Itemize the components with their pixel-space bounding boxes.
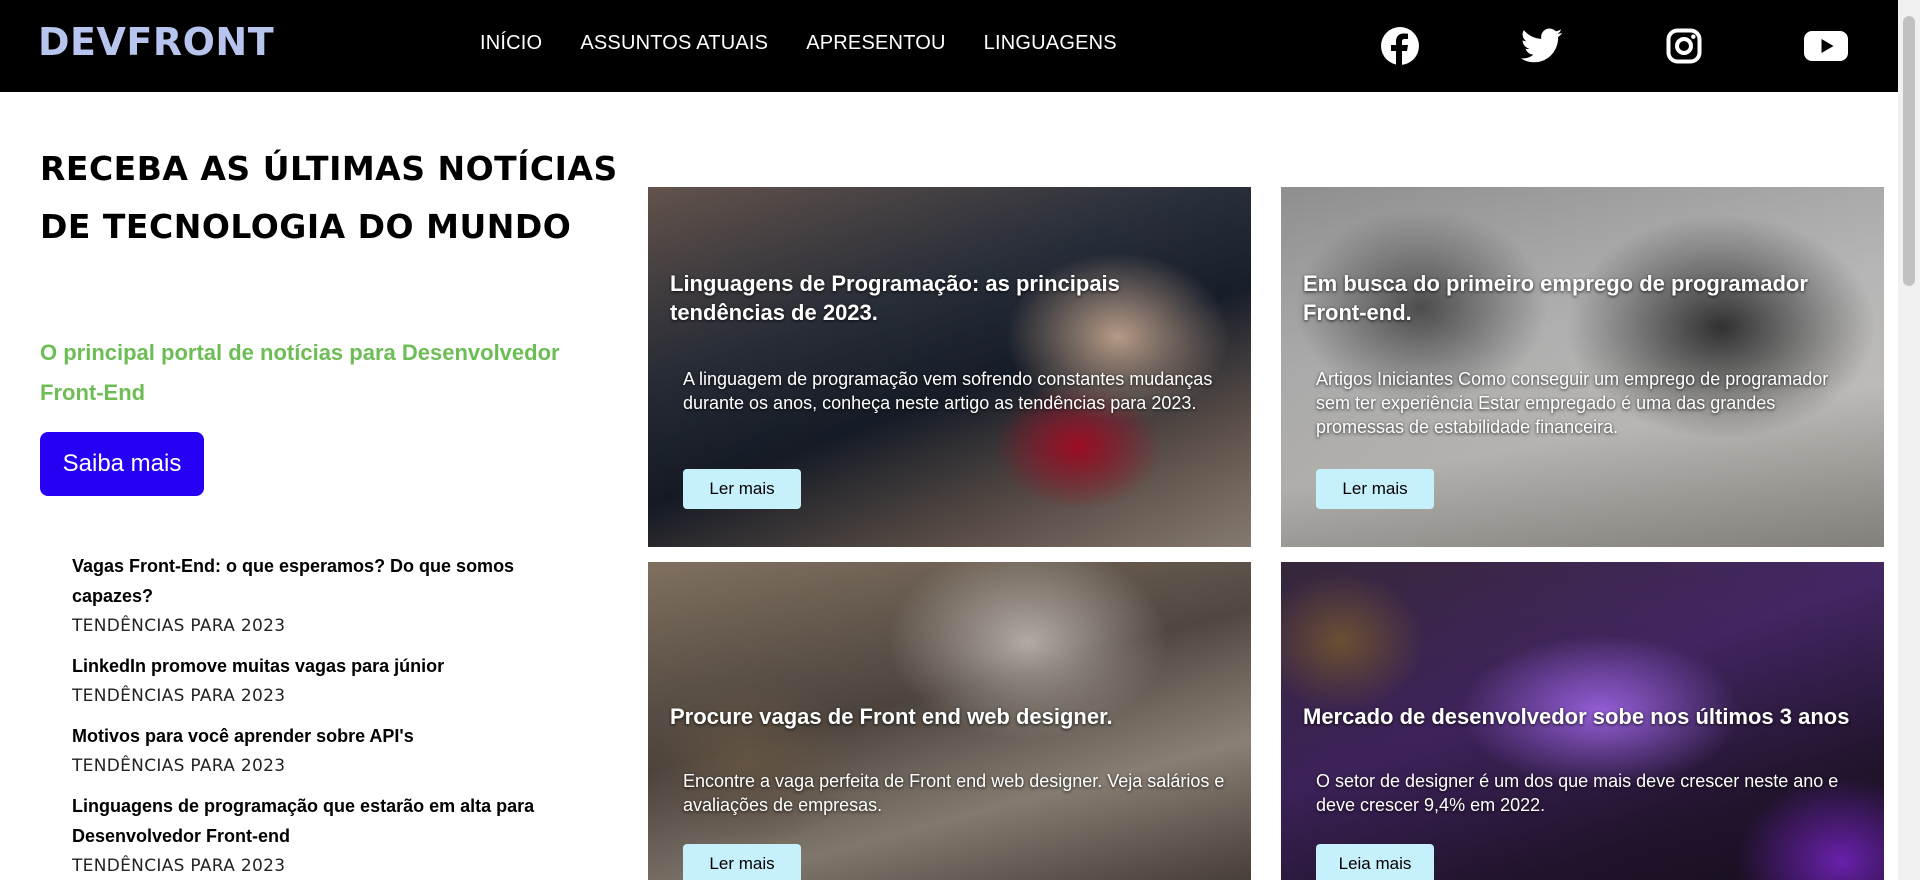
leia-mais-button[interactable]: Leia mais [1316, 844, 1434, 880]
hero-subtitle: O principal portal de notícias para Dese… [40, 340, 560, 405]
facebook-icon[interactable] [1378, 24, 1422, 68]
card-title[interactable]: Linguagens de Programação: as principais… [670, 269, 1230, 327]
page: DEVFRONT INÍCIO ASSUNTOS ATUAIS APRESENT… [0, 0, 1920, 880]
ler-mais-button[interactable]: Ler mais [683, 469, 801, 509]
site-logo[interactable]: DEVFRONT [38, 20, 274, 64]
main-nav: INÍCIO ASSUNTOS ATUAIS APRESENTOU LINGUA… [480, 32, 1117, 55]
news-tag: TENDÊNCIAS PARA 2023 [72, 616, 286, 636]
saiba-mais-button[interactable]: Saiba mais [40, 432, 204, 496]
instagram-icon[interactable] [1662, 24, 1706, 68]
hero-title: RECEBA AS ÚLTIMAS NOTÍCIAS DE TECNOLOGIA… [40, 149, 618, 246]
news-title[interactable]: Motivos para você aprender sobre API's [72, 721, 552, 751]
list-item[interactable]: Motivos para você aprender sobre API's T… [72, 721, 552, 781]
nav-link-assuntos-atuais[interactable]: ASSUNTOS ATUAIS [580, 32, 768, 55]
card-text: Artigos Iniciantes Como conseguir um emp… [1316, 369, 1829, 437]
nav-link-linguagens[interactable]: LINGUAGENS [984, 32, 1117, 55]
card-title[interactable]: Em busca do primeiro emprego de programa… [1303, 269, 1863, 327]
card-text: Encontre a vaga perfeita de Front end we… [683, 771, 1225, 815]
list-item[interactable]: Vagas Front-End: o que esperamos? Do que… [72, 551, 552, 641]
list-item[interactable]: LinkedIn promove muitas vagas para júnio… [72, 651, 552, 711]
article-card: Linguagens de Programação: as principais… [648, 187, 1251, 547]
scrollbar-thumb[interactable] [1903, 16, 1915, 286]
news-list: Vagas Front-End: o que esperamos? Do que… [72, 551, 552, 880]
news-title[interactable]: Vagas Front-End: o que esperamos? Do que… [72, 551, 552, 611]
news-title[interactable]: LinkedIn promove muitas vagas para júnio… [72, 651, 552, 681]
ler-mais-button[interactable]: Ler mais [1316, 469, 1434, 509]
article-card: Mercado de desenvolvedor sobe nos último… [1281, 562, 1884, 880]
card-text: A linguagem de programação vem sofrendo … [683, 369, 1213, 413]
nav-link-apresentou[interactable]: APRESENTOU [806, 32, 945, 55]
news-title[interactable]: Linguagens de programação que estarão em… [72, 791, 552, 851]
card-title[interactable]: Procure vagas de Front end web designer. [670, 702, 1230, 731]
top-navbar: DEVFRONT INÍCIO ASSUNTOS ATUAIS APRESENT… [0, 0, 1898, 92]
news-tag: TENDÊNCIAS PARA 2023 [72, 756, 286, 776]
ler-mais-button[interactable]: Ler mais [683, 844, 801, 880]
twitter-icon[interactable] [1520, 24, 1564, 68]
news-tag: TENDÊNCIAS PARA 2023 [72, 686, 286, 706]
news-tag: TENDÊNCIAS PARA 2023 [72, 856, 286, 876]
article-card: Procure vagas de Front end web designer.… [648, 562, 1251, 880]
vertical-scrollbar[interactable] [1898, 0, 1920, 880]
youtube-icon[interactable] [1804, 24, 1848, 68]
card-text: O setor de designer é um dos que mais de… [1316, 771, 1839, 815]
article-card: Em busca do primeiro emprego de programa… [1281, 187, 1884, 547]
list-item[interactable]: Linguagens de programação que estarão em… [72, 791, 552, 880]
nav-link-inicio[interactable]: INÍCIO [480, 32, 542, 55]
card-title[interactable]: Mercado de desenvolvedor sobe nos último… [1303, 702, 1863, 731]
